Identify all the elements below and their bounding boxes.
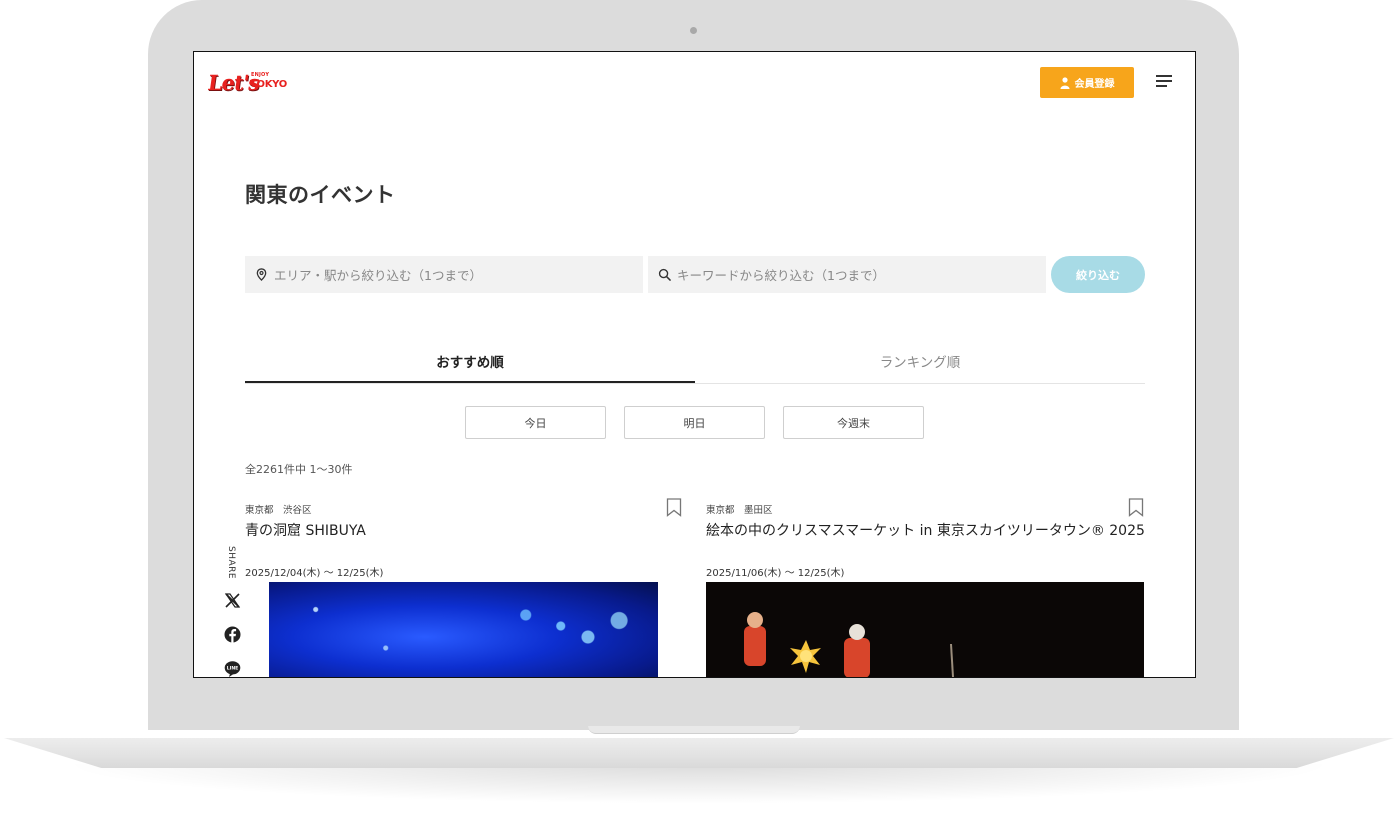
member-register-button[interactable]: 会員登録 xyxy=(1040,67,1134,98)
browser-screen: Let's ENJOY TOKYO 会員登録 関東のイベント エリア・駅から絞り… xyxy=(193,51,1196,678)
day-filter-today[interactable]: 今日 xyxy=(465,406,606,439)
keyword-search-input[interactable]: キーワードから絞り込む（1つまで） xyxy=(648,256,1046,293)
tab-recommended[interactable]: おすすめ順 xyxy=(245,352,695,383)
area-search-input[interactable]: エリア・駅から絞り込む（1つまで） xyxy=(245,256,643,293)
x-icon[interactable] xyxy=(224,592,241,609)
event-area: 東京都 渋谷区 xyxy=(245,505,312,516)
event-image[interactable] xyxy=(706,582,1144,677)
event-date: 2025/12/04(木) 〜 12/25(木) xyxy=(245,568,384,579)
day-filter-tomorrow[interactable]: 明日 xyxy=(624,406,765,439)
bookmark-icon[interactable] xyxy=(1128,498,1144,517)
event-date: 2025/11/06(木) 〜 12/25(木) xyxy=(706,568,845,579)
filter-button[interactable]: 絞り込む xyxy=(1051,256,1145,293)
svg-text:LINE: LINE xyxy=(227,666,239,672)
search-icon xyxy=(658,268,671,281)
hamburger-menu-icon[interactable] xyxy=(1156,75,1174,89)
logo-tokyo-text: TOKYO xyxy=(250,79,287,90)
tab-ranking[interactable]: ランキング順 xyxy=(695,352,1145,383)
location-pin-icon xyxy=(256,268,267,281)
laptop-base xyxy=(4,738,1394,768)
share-label: SHARE xyxy=(226,546,236,580)
logo-enjoy-text: ENJOY xyxy=(251,72,270,78)
bookmark-icon[interactable] xyxy=(666,498,682,517)
site-logo[interactable]: Let's ENJOY TOKYO xyxy=(206,68,288,98)
camera-dot xyxy=(690,27,697,34)
christmas-market-illustration xyxy=(744,612,954,677)
laptop-shadow xyxy=(60,764,1338,804)
event-area: 東京都 墨田区 xyxy=(706,505,773,516)
event-title[interactable]: 青の洞窟 SHIBUYA xyxy=(245,520,366,540)
page-title: 関東のイベント xyxy=(245,183,396,207)
result-count: 全2261件中 1〜30件 xyxy=(245,463,353,476)
sort-tabs: おすすめ順 ランキング順 xyxy=(245,352,1145,384)
member-register-label: 会員登録 xyxy=(1074,79,1115,90)
event-image[interactable] xyxy=(269,582,658,677)
line-icon[interactable]: LINE xyxy=(224,660,241,677)
event-title[interactable]: 絵本の中のクリスマスマーケット in 東京スカイツリータウン® 2025 xyxy=(706,520,1145,540)
laptop-hinge-notch xyxy=(588,726,800,734)
day-filter-weekend[interactable]: 今週末 xyxy=(783,406,924,439)
user-icon xyxy=(1060,76,1069,89)
area-search-placeholder: エリア・駅から絞り込む（1つまで） xyxy=(274,268,482,283)
facebook-icon[interactable] xyxy=(224,626,241,643)
keyword-search-placeholder: キーワードから絞り込む（1つまで） xyxy=(677,268,885,283)
